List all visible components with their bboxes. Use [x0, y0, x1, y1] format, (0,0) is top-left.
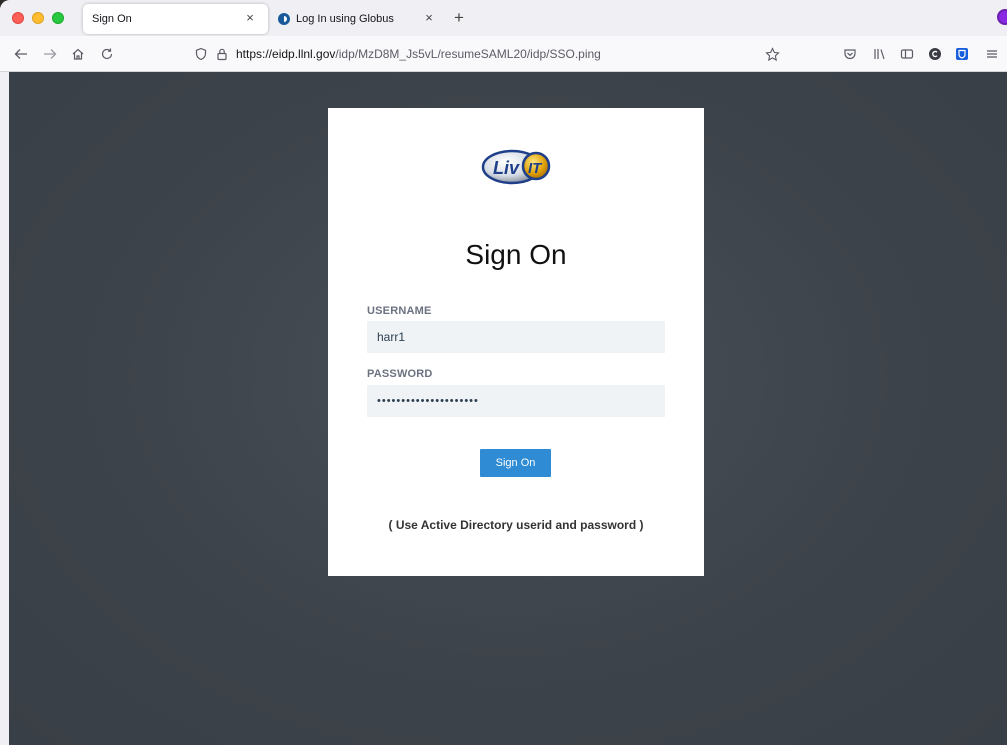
- logo-text: Liv: [493, 158, 520, 178]
- tab-sign-on[interactable]: Sign On ×: [83, 4, 268, 34]
- password-field[interactable]: •••••••••••••••••••••: [367, 385, 665, 417]
- library-icon[interactable]: [870, 45, 888, 63]
- menu-icon[interactable]: [983, 45, 1001, 63]
- lock-icon[interactable]: [213, 45, 231, 63]
- tab-globus[interactable]: Log In using Globus ×: [272, 4, 447, 34]
- forward-icon[interactable]: [41, 45, 59, 63]
- reload-icon[interactable]: [98, 45, 116, 63]
- username-label: USERNAME: [367, 305, 432, 317]
- back-icon[interactable]: [12, 45, 30, 63]
- tab-close-icon[interactable]: ×: [242, 10, 258, 25]
- username-field[interactable]: harr1: [367, 321, 665, 353]
- browser-window: Sign On × Log In using Globus × + https:…: [0, 0, 1007, 745]
- tab-label: Log In using Globus: [296, 13, 394, 25]
- login-hint: ( Use Active Directory userid and passwo…: [388, 518, 644, 532]
- url-bar[interactable]: https://eidp.llnl.gov/idp/MzD8M_Js5vL/re…: [186, 40, 789, 68]
- page-background: Liv IT Sign On USERNAME harr1 PASSWORD •…: [9, 72, 1007, 745]
- bitwarden-icon[interactable]: [953, 45, 971, 63]
- page-title: Sign On: [465, 239, 567, 270]
- pocket-icon[interactable]: [841, 45, 859, 63]
- tab-label: Sign On: [92, 13, 132, 25]
- navigation-toolbar: https://eidp.llnl.gov/idp/MzD8M_Js5vL/re…: [0, 36, 1007, 72]
- login-card: Liv IT Sign On USERNAME harr1 PASSWORD •…: [328, 108, 704, 576]
- sign-on-button[interactable]: Sign On: [480, 449, 551, 477]
- globus-favicon-icon: [278, 13, 290, 25]
- tab-close-icon[interactable]: ×: [421, 10, 437, 25]
- sidebar-icon[interactable]: [898, 45, 916, 63]
- url-text[interactable]: https://eidp.llnl.gov/idp/MzD8M_Js5vL/re…: [236, 47, 601, 61]
- bookmark-star-icon[interactable]: [763, 45, 781, 63]
- close-window-button[interactable]: [12, 12, 24, 24]
- extension-icon[interactable]: [997, 9, 1007, 25]
- extension-c-icon[interactable]: [926, 45, 944, 63]
- logo-badge-text: IT: [528, 160, 543, 177]
- zoom-window-button[interactable]: [52, 12, 64, 24]
- minimize-window-button[interactable]: [32, 12, 44, 24]
- shield-icon[interactable]: [192, 45, 210, 63]
- tab-strip: Sign On × Log In using Globus × +: [0, 0, 1007, 36]
- password-label: PASSWORD: [367, 368, 433, 380]
- livit-logo: Liv IT: [481, 144, 553, 190]
- new-tab-button[interactable]: +: [454, 9, 464, 27]
- home-icon[interactable]: [69, 45, 87, 63]
